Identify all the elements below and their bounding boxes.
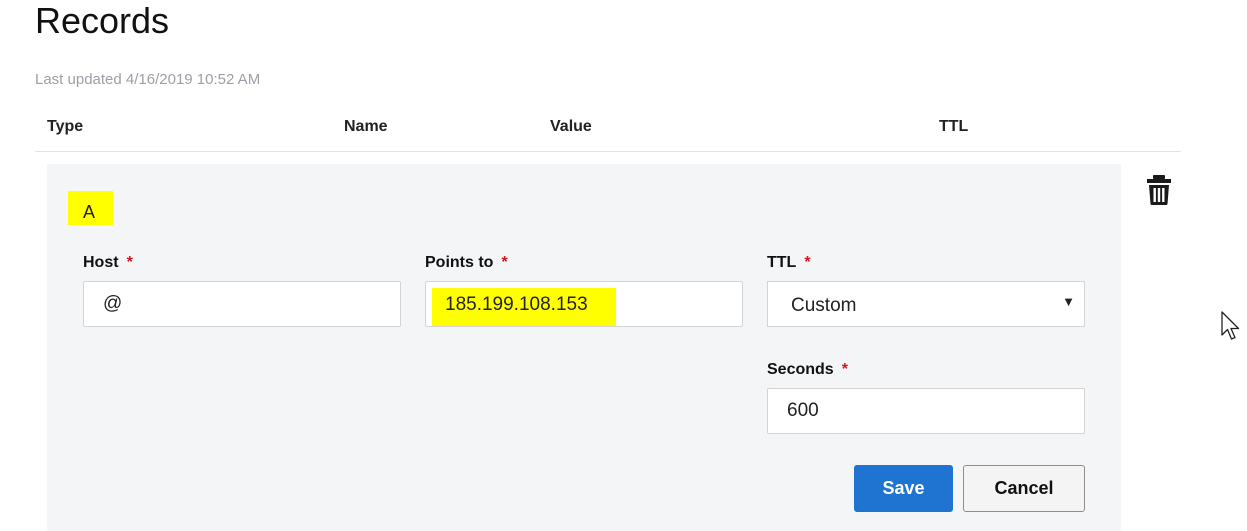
points-to-required-mark: * <box>501 254 508 271</box>
record-type-badge: A <box>68 191 113 225</box>
last-updated-text: Last updated 4/16/2019 10:52 AM <box>35 71 261 88</box>
host-required-mark: * <box>126 254 133 271</box>
host-input[interactable] <box>83 281 401 327</box>
seconds-required-mark: * <box>841 361 848 378</box>
ttl-label: TTL * <box>767 254 811 272</box>
points-to-label-text: Points to <box>425 254 494 271</box>
chevron-down-icon: ▼ <box>1062 294 1075 309</box>
column-header-value[interactable]: Value <box>550 118 592 136</box>
points-to-label: Points to * <box>425 254 508 272</box>
ttl-select[interactable]: Custom ▼ <box>767 281 1085 327</box>
mouse-cursor-icon <box>1221 311 1240 340</box>
seconds-input[interactable] <box>767 388 1085 434</box>
seconds-label: Seconds * <box>767 361 848 379</box>
header-divider <box>35 151 1181 152</box>
host-label: Host * <box>83 254 133 272</box>
dns-records-page: Records Last updated 4/16/2019 10:52 AM … <box>0 0 1247 531</box>
trash-icon[interactable] <box>1145 174 1173 206</box>
save-button[interactable]: Save <box>854 465 953 512</box>
ttl-label-text: TTL <box>767 254 797 271</box>
column-header-name[interactable]: Name <box>344 118 388 136</box>
cancel-button[interactable]: Cancel <box>963 465 1085 512</box>
record-edit-panel <box>47 164 1121 531</box>
page-title: Records <box>35 0 170 41</box>
column-header-type[interactable]: Type <box>47 118 83 136</box>
seconds-label-text: Seconds <box>767 361 834 378</box>
column-header-ttl[interactable]: TTL <box>939 118 968 136</box>
points-to-value[interactable]: 185.199.108.153 <box>445 294 588 316</box>
ttl-selected-value: Custom <box>791 295 857 316</box>
ttl-required-mark: * <box>804 254 811 271</box>
host-label-text: Host <box>83 254 119 271</box>
